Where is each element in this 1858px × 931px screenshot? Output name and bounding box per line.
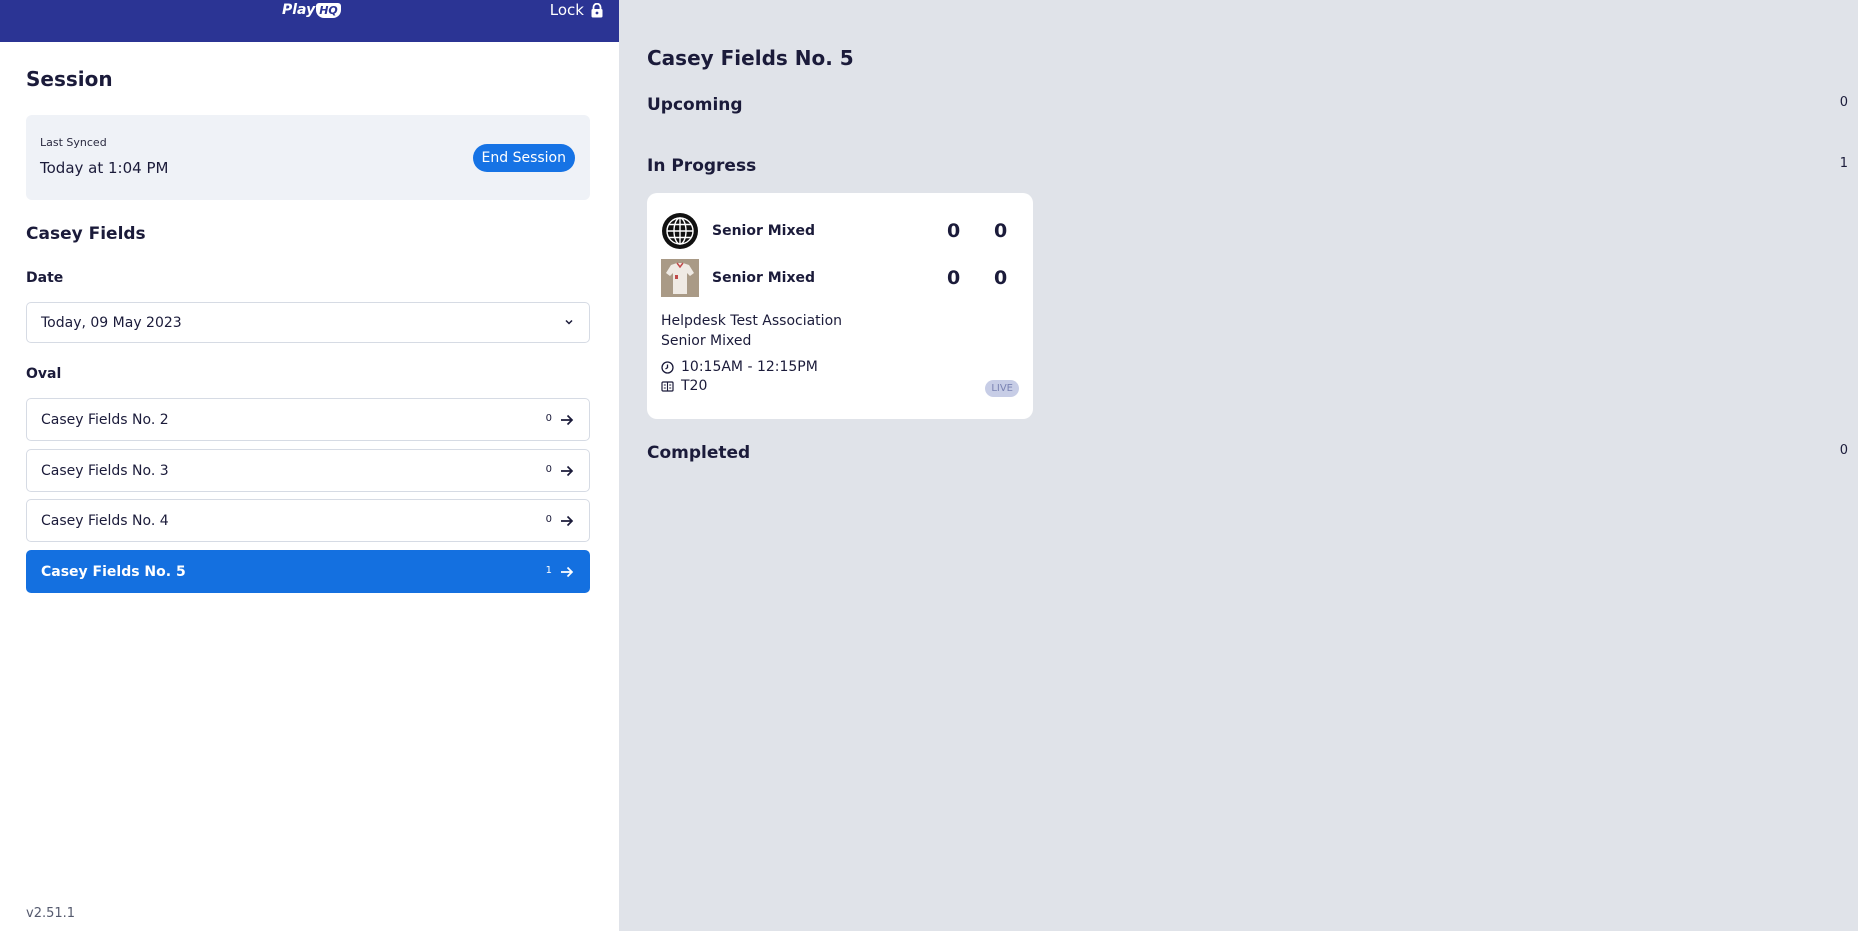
team-score: 0 xyxy=(947,267,961,289)
globe-icon xyxy=(662,213,698,249)
end-session-button[interactable]: End Session xyxy=(472,144,575,172)
playhq-logo: Play HQ xyxy=(282,0,341,20)
team-row-away: Senior Mixed 0 0 xyxy=(661,259,1021,297)
oval-detail-panel: Casey Fields No. 5 Upcoming 0 In Progres… xyxy=(619,0,1858,931)
oval-item-no-5[interactable]: Casey Fields No. 5 1 xyxy=(26,550,590,593)
team-score: 0 xyxy=(994,267,1008,289)
oval-item-name: Casey Fields No. 3 xyxy=(41,463,169,479)
session-sidebar: Play HQ Lock Session Last Synced Today a… xyxy=(0,0,619,931)
upcoming-heading: Upcoming xyxy=(647,95,743,115)
completed-count: 0 xyxy=(1839,443,1848,458)
match-format-row: T20 xyxy=(661,378,707,394)
date-select[interactable]: Today, 09 May 2023 xyxy=(26,302,590,343)
match-time: 10:15AM - 12:15PM xyxy=(681,359,818,375)
arrow-right-icon xyxy=(561,465,574,477)
oval-item-count: 1 xyxy=(545,565,552,576)
session-title: Session xyxy=(26,67,113,91)
logo-text: Play xyxy=(282,2,316,18)
last-synced-value: Today at 1:04 PM xyxy=(40,159,169,177)
team-score: 0 xyxy=(994,220,1008,242)
jersey-icon xyxy=(661,259,699,297)
arrow-right-icon xyxy=(561,515,574,527)
chevron-down-icon xyxy=(565,319,573,325)
app-version: v2.51.1 xyxy=(26,906,76,921)
grade-name: Senior Mixed xyxy=(661,333,752,349)
logo-badge: HQ xyxy=(316,2,341,18)
oval-item-name: Casey Fields No. 5 xyxy=(41,564,186,580)
team-score: 0 xyxy=(947,220,961,242)
match-format: T20 xyxy=(681,378,708,394)
competition-name: Helpdesk Test Association xyxy=(661,313,843,329)
live-status-badge: LIVE xyxy=(985,380,1019,397)
lock-label: Lock xyxy=(549,1,584,19)
upcoming-count: 0 xyxy=(1839,95,1848,110)
date-select-value: Today, 09 May 2023 xyxy=(41,315,182,331)
lock-icon xyxy=(591,2,603,17)
scoreboard-icon xyxy=(661,380,674,392)
oval-item-no-2[interactable]: Casey Fields No. 2 0 xyxy=(26,398,590,441)
completed-heading: Completed xyxy=(647,443,751,463)
oval-title: Casey Fields No. 5 xyxy=(647,46,854,70)
oval-item-no-4[interactable]: Casey Fields No. 4 0 xyxy=(26,499,590,542)
oval-item-count: 0 xyxy=(545,514,552,525)
match-card[interactable]: Senior Mixed 0 0 Senior Mixed 0 0 Helpde… xyxy=(647,193,1033,419)
lock-button[interactable]: Lock xyxy=(550,0,604,20)
in-progress-count: 1 xyxy=(1839,156,1848,171)
match-time-row: 10:15AM - 12:15PM xyxy=(661,359,818,375)
venue-title: Casey Fields xyxy=(26,224,146,244)
team-name: Senior Mixed xyxy=(712,223,816,239)
oval-label: Oval xyxy=(26,366,62,382)
oval-item-count: 0 xyxy=(545,413,552,424)
top-bar: Play HQ Lock xyxy=(0,0,619,42)
last-synced-label: Last Synced xyxy=(40,136,107,149)
oval-item-count: 0 xyxy=(545,464,552,475)
arrow-right-icon xyxy=(561,414,574,426)
arrow-right-icon xyxy=(561,566,574,578)
team-row-home: Senior Mixed 0 0 xyxy=(661,212,1021,250)
date-label: Date xyxy=(26,270,64,286)
team-name: Senior Mixed xyxy=(712,270,816,286)
oval-item-no-3[interactable]: Casey Fields No. 3 0 xyxy=(26,449,590,492)
in-progress-heading: In Progress xyxy=(647,156,757,176)
oval-item-name: Casey Fields No. 4 xyxy=(41,513,169,529)
oval-item-name: Casey Fields No. 2 xyxy=(41,412,169,428)
clock-icon xyxy=(661,360,674,374)
sync-card: Last Synced Today at 1:04 PM End Session xyxy=(26,115,590,200)
